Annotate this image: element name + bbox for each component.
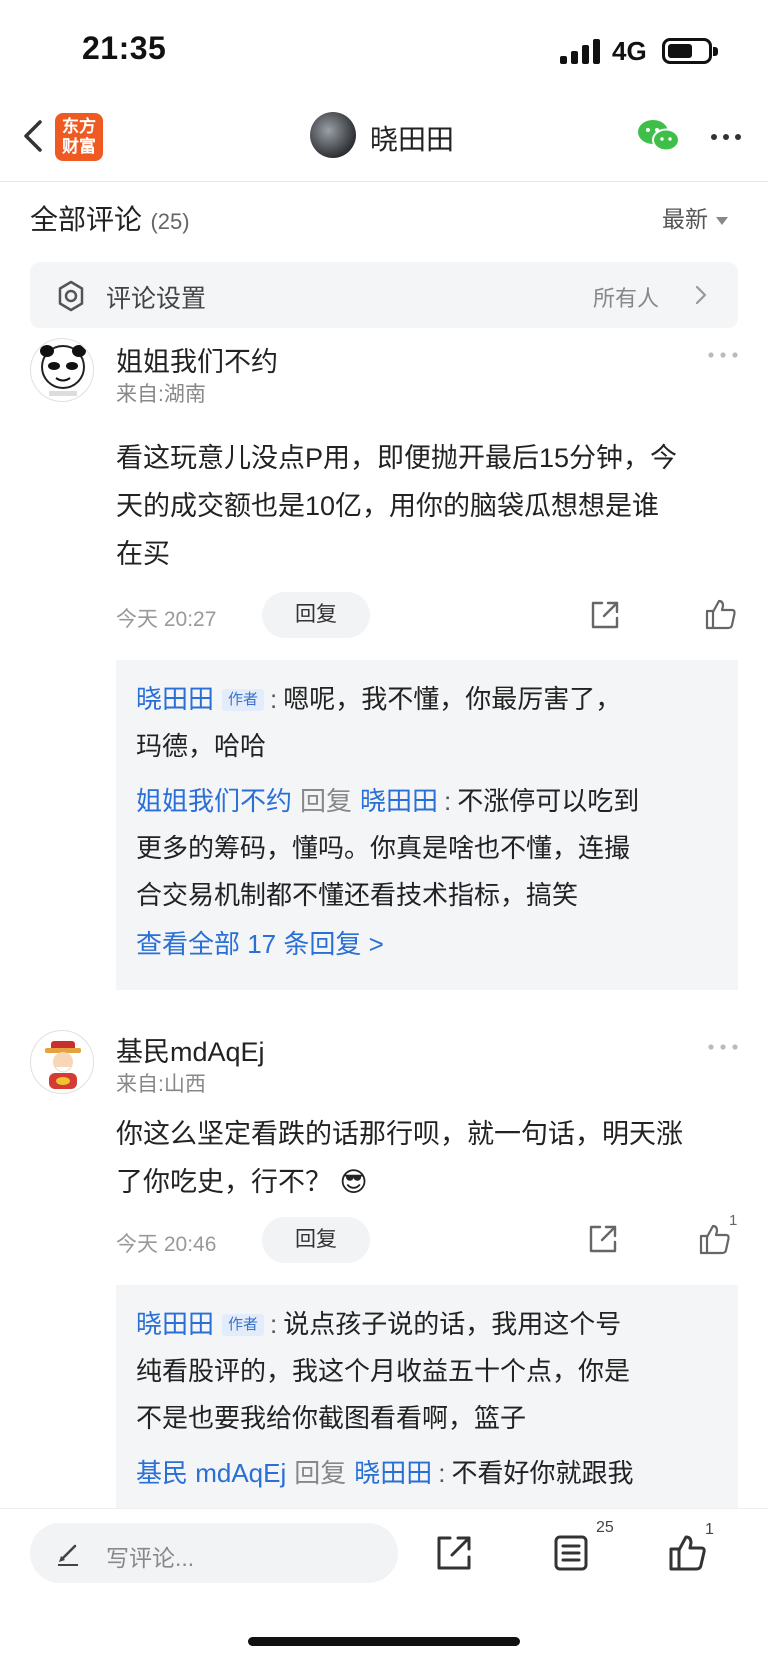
avatar[interactable] (30, 1030, 94, 1094)
reply-colon: : (270, 684, 278, 714)
comment-time: 今天 20:46 (116, 1233, 217, 1256)
battery-icon (662, 38, 718, 64)
share-icon[interactable] (434, 1533, 474, 1573)
reply-text: 不看好你就跟我 (451, 1458, 634, 1488)
reply-text: 说点孩子说的话，我用这个号 (283, 1309, 622, 1339)
fortune-god-avatar (45, 1041, 81, 1089)
logo-line-2: 财富 (62, 137, 96, 156)
comment-location: 来自:山西 (116, 1073, 206, 1096)
reply-text-cont: 合交易机制都不懂还看技术指标，搞笑 (136, 880, 579, 910)
reply-text-cont: 不是也要我给你截图看看啊，篮子 (136, 1403, 527, 1433)
comment-settings-row[interactable]: 评论设置 所有人 (30, 262, 738, 328)
sunglasses-emoji: 😎 (339, 1167, 368, 1197)
view-all-replies-link[interactable]: 查看全部 17 条回复 > (136, 921, 718, 967)
reply-target[interactable]: 晓田田 (360, 786, 438, 816)
thumbs-up-icon[interactable] (704, 597, 738, 631)
caret-down-icon (716, 216, 728, 225)
comment-more-icon[interactable] (706, 1040, 740, 1054)
app-logo[interactable]: 东方 财富 (55, 113, 103, 161)
page-title[interactable]: 晓田田 (370, 118, 454, 158)
replies-box: 晓田田 作者: 说点孩子说的话，我用这个号 纯看股评的，我这个月收益五十个点，你是 … (116, 1285, 738, 1509)
logo-line-1: 东方 (62, 117, 96, 136)
comment-body-line: 在买 (116, 539, 170, 569)
comment-list-icon[interactable] (551, 1533, 591, 1573)
avatar[interactable] (30, 338, 94, 402)
comments-count: (25) (150, 209, 190, 234)
comment-body-line: 天的成交额也是10亿，用你的脑袋瓜想想是谁 (116, 491, 660, 521)
pen-icon (58, 1544, 78, 1566)
reply-author[interactable]: 晓田田 (136, 684, 214, 714)
status-time: 21:35 (82, 30, 167, 66)
comment-time: 今天 20:27 (116, 608, 217, 631)
sort-label: 最新 (662, 206, 708, 232)
gear-icon (58, 280, 84, 312)
comment-count-badge: 25 (596, 1519, 614, 1536)
reply-text-cont: 纯看股评的，我这个月收益五十个点，你是 (136, 1356, 631, 1386)
reply-item[interactable]: 晓田田 作者: 嗯呢，我不懂，你最厉害了， (136, 676, 718, 723)
bottom-bar: 写评论... 25 1 (0, 1508, 768, 1663)
settings-value: 所有人 (593, 286, 660, 311)
reply-text-cont: 更多的筹码，懂吗。你真是啥也不懂，连撮 (136, 833, 631, 863)
settings-label: 评论设置 (106, 285, 207, 313)
comment-author[interactable]: 基民mdAqEj (116, 1030, 265, 1069)
reply-target[interactable]: 晓田田 (354, 1458, 432, 1488)
comment-author[interactable]: 姐姐我们不约 (116, 340, 278, 379)
share-icon[interactable] (586, 1222, 620, 1256)
status-bar: 21:35 4G (0, 0, 768, 100)
share-icon[interactable] (588, 598, 622, 632)
comment-body-line-text: 了你吃史，行不？ (116, 1167, 332, 1197)
network-type: 4G (612, 36, 647, 66)
author-avatar[interactable] (310, 112, 356, 158)
reply-text: 嗯呢，我不懂，你最厉害了， (283, 684, 622, 714)
author-tag: 作者 (222, 689, 265, 711)
comments-header: 全部评论 (25) (30, 198, 190, 238)
comment-body: 你这么坚定看跌的话那行呗，就一句话，明天涨 了你吃史，行不？ 😎 (116, 1110, 746, 1206)
home-indicator (248, 1637, 520, 1646)
reply-colon: : (438, 1458, 446, 1488)
reply-word: 回复 (294, 1458, 347, 1488)
reply-button[interactable]: 回复 (262, 1217, 370, 1263)
back-icon[interactable] (18, 116, 52, 156)
reply-author[interactable]: 基民 mdAqEj (136, 1458, 286, 1488)
reply-item[interactable]: 晓田田 作者: 说点孩子说的话，我用这个号 (136, 1301, 718, 1348)
comment-input-placeholder: 写评论... (106, 1545, 195, 1571)
top-nav: 东方 财富 晓田田 (0, 100, 768, 182)
comment-body-line: 你这么坚定看跌的话那行呗，就一句话，明天涨 (116, 1119, 683, 1149)
replies-box: 晓田田 作者: 嗯呢，我不懂，你最厉害了， 玛德，哈哈 姐姐我们不约 回复 晓田田: 不涨… (116, 660, 738, 990)
comments-title: 全部评论 (30, 204, 143, 235)
comment-body-line: 了你吃史，行不？ 😎 (116, 1158, 746, 1206)
like-count-badge: 1 (705, 1521, 714, 1538)
reply-item[interactable]: 基民 mdAqEj 回复 晓田田: 不看好你就跟我 (136, 1450, 718, 1497)
reply-text: 不涨停可以吃到 (457, 786, 640, 816)
signal-icon (560, 38, 602, 64)
author-tag: 作者 (222, 1314, 265, 1336)
more-icon[interactable] (708, 122, 744, 152)
reply-word: 回复 (300, 786, 353, 816)
sort-dropdown[interactable]: 最新 (662, 200, 728, 234)
thumbs-up-icon[interactable] (668, 1533, 708, 1573)
chevron-right-icon (695, 285, 707, 305)
wechat-icon[interactable] (636, 118, 680, 154)
reply-colon: : (270, 1309, 278, 1339)
comment-input[interactable]: 写评论... (30, 1523, 398, 1583)
comment-location: 来自:湖南 (116, 383, 206, 406)
comment-body: 看这玩意儿没点P用，即便抛开最后15分钟，今 天的成交额也是10亿，用你的脑袋瓜… (116, 434, 746, 578)
comment-body-line: 看这玩意儿没点P用，即便抛开最后15分钟，今 (116, 443, 678, 473)
thumbs-up-icon[interactable] (698, 1222, 732, 1256)
reply-colon: : (444, 786, 452, 816)
comment-more-icon[interactable] (706, 348, 740, 362)
reply-item[interactable]: 姐姐我们不约 回复 晓田田: 不涨停可以吃到 (136, 778, 718, 825)
reply-text-cont: 玛德，哈哈 (136, 731, 267, 761)
reply-button[interactable]: 回复 (262, 592, 370, 638)
reply-author[interactable]: 姐姐我们不约 (136, 786, 292, 816)
panda-meme-avatar (40, 345, 86, 396)
like-count: 1 (729, 1212, 738, 1229)
reply-author[interactable]: 晓田田 (136, 1309, 214, 1339)
